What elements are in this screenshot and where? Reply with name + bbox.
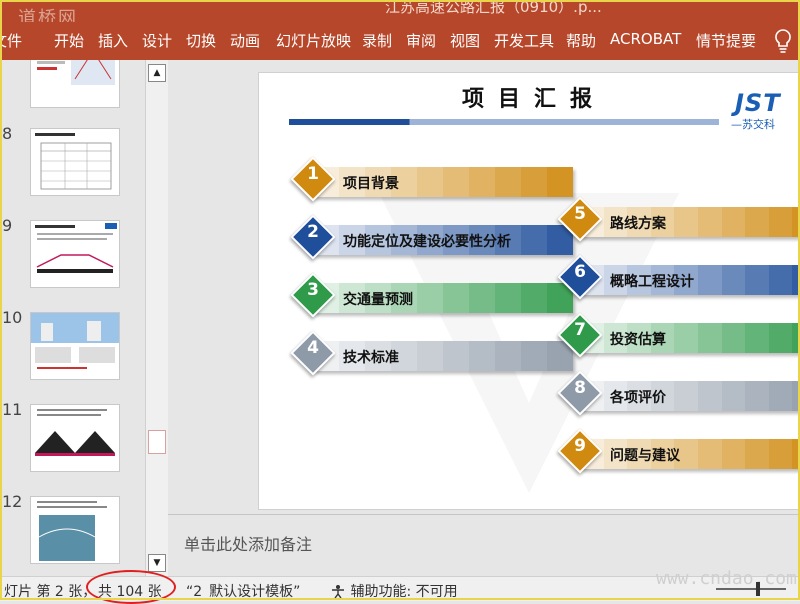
accessibility-status[interactable]: 辅助功能: 不可用 [330,581,458,601]
zoom-slider-track[interactable] [716,588,786,590]
agenda-number: 3 [307,280,319,300]
agenda-label: 概略工程设计 [610,274,694,290]
agenda-label: 问题与建议 [610,448,680,464]
tab-transitions[interactable]: 切换 [186,30,216,51]
ribbon-tabs: 文件 开始 插入 设计 切换 动画 幻灯片放映 录制 审阅 视图 开发工具 帮助… [0,22,800,60]
agenda-number: 5 [574,204,586,224]
thumbnail-content [37,60,115,85]
thumbnail-number: 11 [2,400,23,419]
accessibility-icon [332,585,344,599]
logo-sub-text: —苏交科 [731,118,775,131]
title-underline [289,119,719,125]
slide-index: 灯片 第 2 张， [4,584,97,600]
agenda-number: 6 [574,262,586,282]
thumbnail-number: 10 [2,308,23,327]
thumbnail-number: 12 [2,492,23,511]
title-bar: 道桥网 江苏高速公路汇报（0910）.p... [0,0,800,29]
agenda-number: 2 [307,222,319,242]
agenda-label: 技术标准 [343,350,399,366]
thumbnail-number: 8 [2,124,13,143]
tab-help[interactable]: 帮助 [566,30,596,51]
thumbnail-content [35,409,115,456]
zoom-slider-knob[interactable] [756,582,760,596]
agenda-label: 投资估算 [610,332,666,348]
agenda-item: 6 概略工程设计 [557,254,800,300]
agenda-item: 7 投资估算 [557,312,800,358]
tab-acrobat[interactable]: ACROBAT [610,30,681,48]
tab-insert[interactable]: 插入 [98,30,128,51]
thumbnail-number: 9 [2,216,13,235]
tab-record[interactable]: 录制 [362,30,392,51]
scroll-up-icon[interactable]: ▲ [148,64,166,82]
slide-thumbnail[interactable] [30,404,120,472]
agenda-item: 3 交通量预测 [290,272,585,318]
agenda-item: 9 问题与建议 [557,428,800,474]
agenda-label: 功能定位及建设必要性分析 [343,234,511,250]
agenda-item: 2 功能定位及建设必要性分析 [290,214,585,260]
current-slide[interactable]: 项目汇报 JST —苏交科 1 项目背景 2 功能定位及建设必要性分析 3 交通量预测 4 技… [258,72,800,510]
company-logo: JST —苏交科 [729,89,800,131]
slide-thumbnail-pane: 8 9 10 11 12 [0,60,145,576]
scroll-thumb[interactable] [148,430,166,454]
slide-thumbnail[interactable] [30,220,120,288]
lightbulb-icon[interactable] [772,28,794,54]
tab-design[interactable]: 设计 [142,30,172,51]
annotation-circle [86,570,176,604]
thumbnail-scrollbar[interactable]: ▲ ▼ [145,60,169,576]
tab-file[interactable]: 文件 [0,30,22,51]
agenda-label: 交通量预测 [343,292,413,308]
thumbnail-content [35,223,117,273]
tab-animations[interactable]: 动画 [230,30,260,51]
agenda-item: 8 各项评价 [557,370,800,416]
agenda-number: 1 [307,164,319,184]
thumbnail-content [37,501,107,561]
tab-storyboard[interactable]: 情节提要 [696,30,756,51]
slide-thumbnail[interactable] [30,312,120,380]
tab-slideshow[interactable]: 幻灯片放映 [276,30,351,51]
notes-placeholder: 单击此处添加备注 [184,535,313,554]
agenda-item: 1 项目背景 [290,156,585,202]
tab-home[interactable]: 开始 [54,30,84,51]
template-name[interactable]: “2_默认设计模板” [186,581,300,601]
agenda-number: 4 [307,338,319,358]
slide-thumbnail[interactable] [30,128,120,196]
accessibility-label: 辅助功能: 不可用 [350,584,458,600]
tab-review[interactable]: 审阅 [406,30,436,51]
scroll-down-icon[interactable]: ▼ [148,554,166,572]
site-watermark: www.cndao.com [656,568,797,589]
tab-view[interactable]: 视图 [450,30,480,51]
agenda-label: 路线方案 [610,216,666,232]
logo-main-text: JST [735,89,781,117]
agenda-item: 5 路线方案 [557,196,800,242]
agenda-number: 7 [574,320,586,340]
slide-title: 项目汇报 [462,86,607,112]
slide-thumbnail[interactable] [30,60,120,108]
agenda-item: 4 技术标准 [290,330,585,376]
agenda-label: 各项评价 [610,390,666,406]
agenda-label: 项目背景 [343,176,399,192]
slide-thumbnail[interactable] [30,496,120,564]
window-title: 江苏高速公路汇报（0910）.p... [385,0,602,16]
thumbnail-content [31,313,119,369]
agenda-number: 9 [574,436,586,456]
thumbnail-content [35,133,112,190]
tab-developer[interactable]: 开发工具 [494,30,554,51]
agenda-number: 8 [574,378,586,398]
